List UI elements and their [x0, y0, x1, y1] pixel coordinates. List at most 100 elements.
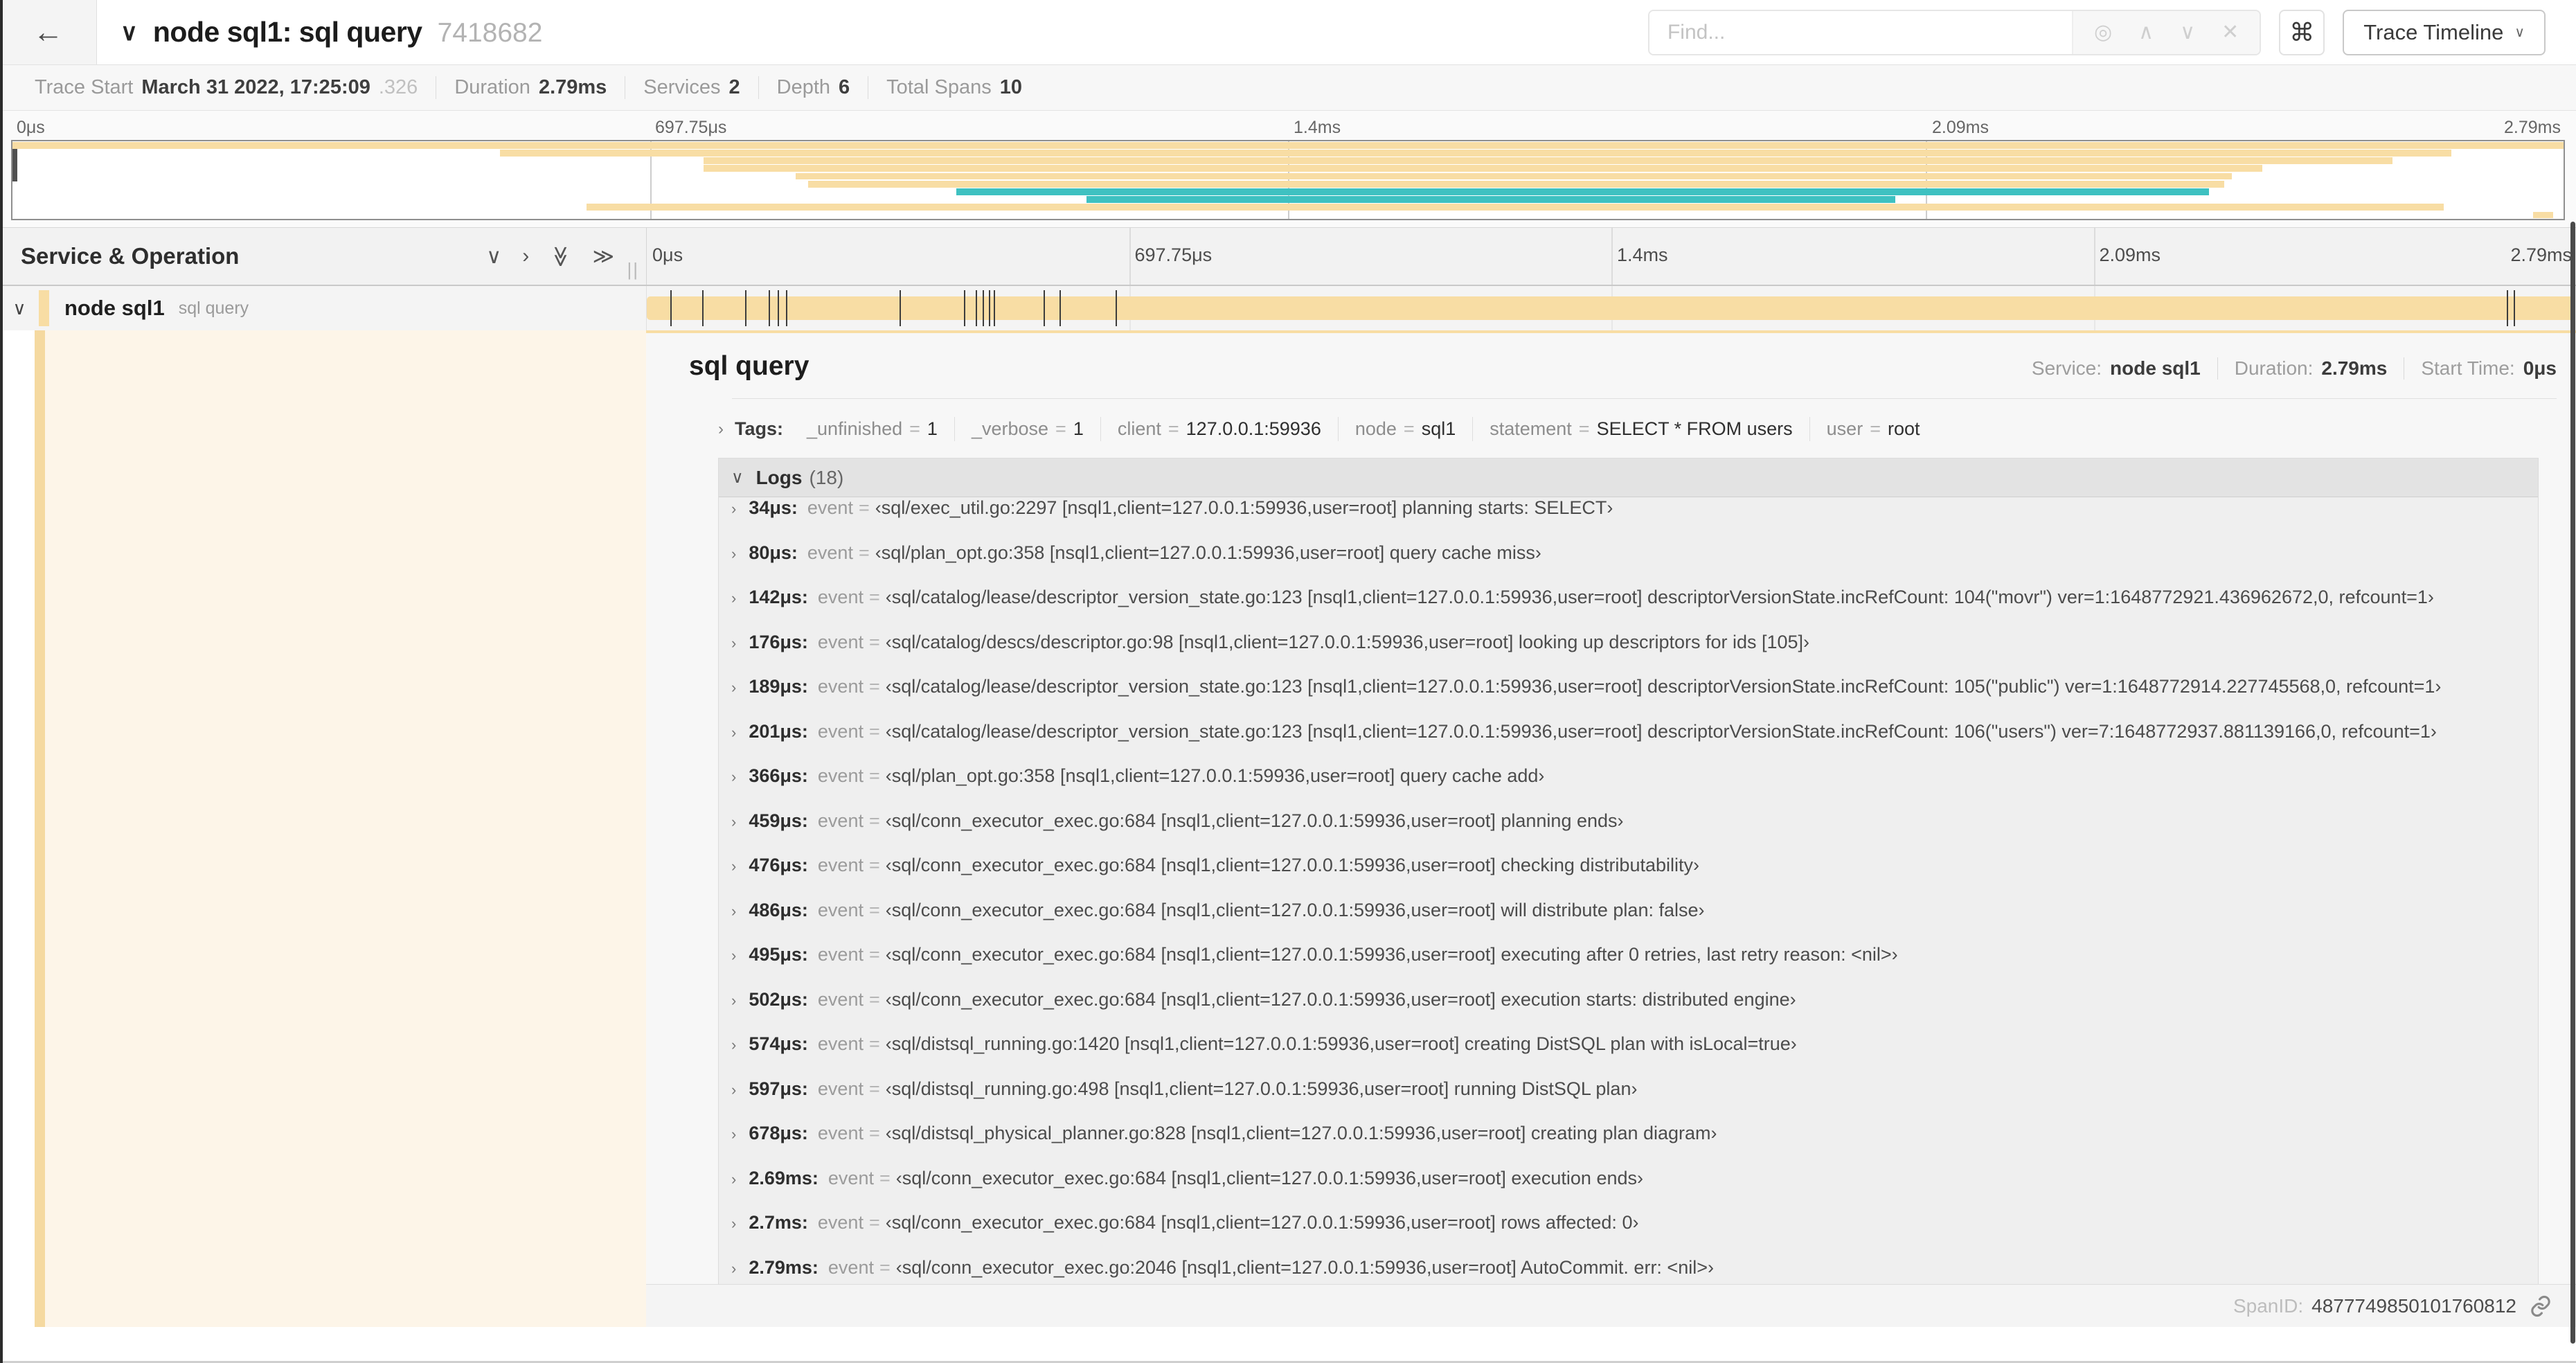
command-icon: ⌘	[2289, 17, 2315, 46]
tags-row[interactable]: › Tags: _unfinished = 1 _verbose = 1 client = 12…	[718, 417, 2557, 441]
chevron-right-icon: ›	[731, 1080, 737, 1098]
log-row[interactable]: › 2.7ms: event = ‹sql/conn_executor_exec.go:…	[719, 1212, 2538, 1257]
tag-key: _verbose	[971, 418, 1049, 439]
log-row[interactable]: › 495μs: event = ‹sql/conn_executor_exec.go:…	[719, 944, 2538, 989]
log-event-tick	[900, 290, 902, 326]
chevron-right-icon: ›	[731, 857, 737, 875]
span-detail-region: sql query Service: node sql1 Duration: 2.79…	[0, 330, 2576, 1327]
log-field-value: ‹sql/conn_executor_exec.go:684 [nsql1,cl…	[885, 988, 1796, 1010]
log-row[interactable]: › 366μs: event = ‹sql/plan_opt.go:358 [nsql1…	[719, 765, 2538, 810]
log-timestamp: 2.69ms:	[749, 1167, 819, 1188]
ruler-label: 0μs	[652, 244, 683, 265]
log-timestamp: 597μs:	[749, 1078, 808, 1099]
overview-value: node sql1	[2110, 357, 2201, 379]
ruler-label: 697.75μs	[655, 118, 727, 137]
span-operation-name: sql query	[178, 298, 249, 318]
chevron-right-icon: ›	[731, 544, 737, 562]
tag-equals: =	[1403, 418, 1415, 439]
chevron-down-icon[interactable]: ∨	[2180, 20, 2195, 44]
log-field-value: ‹sql/distsql_running.go:1420 [nsql1,clie…	[885, 1033, 1797, 1054]
overview-value: 2.79ms	[2321, 357, 2388, 379]
log-event-tick	[1116, 290, 1118, 326]
minimap-span-bar	[704, 157, 2393, 164]
log-field-value: ‹sql/conn_executor_exec.go:684 [nsql1,cl…	[895, 1167, 1643, 1188]
log-row[interactable]: › 176μs: event = ‹sql/catalog/descs/descript…	[719, 632, 2538, 677]
log-equals: =	[868, 631, 880, 652]
locate-icon[interactable]: ◎	[2094, 20, 2112, 44]
log-field-key: event	[817, 944, 864, 965]
log-field-key: event	[817, 855, 864, 875]
chevron-right-icon: ›	[731, 991, 737, 1009]
log-field-key: event	[817, 899, 864, 920]
log-event-tick	[983, 290, 985, 326]
log-timestamp: 189μs:	[749, 676, 808, 697]
copy-link-icon[interactable]	[2529, 1294, 2552, 1318]
log-row[interactable]: › 2.69ms: event = ‹sql/conn_executor_exec.go…	[719, 1168, 2538, 1213]
collapse-one-icon[interactable]: ∨	[486, 244, 501, 269]
tag-item: statement = SELECT * FROM users	[1473, 417, 1810, 441]
keyboard-shortcuts-button[interactable]: ⌘	[2279, 9, 2325, 55]
divider	[732, 398, 2557, 399]
chevron-up-icon[interactable]: ∧	[2138, 20, 2154, 44]
log-row[interactable]: › 459μs: event = ‹sql/conn_executor_exec.go:…	[719, 810, 2538, 855]
window-left-edge	[0, 0, 3, 1363]
tag-equals: =	[1578, 418, 1590, 439]
log-equals: =	[858, 542, 870, 563]
tag-key: _unfinished	[807, 418, 903, 439]
detail-left-gutter	[0, 330, 646, 1327]
log-field-value: ‹sql/conn_executor_exec.go:684 [nsql1,cl…	[885, 1212, 1639, 1233]
back-arrow-icon: ←	[33, 15, 64, 49]
ruler-label: 2.09ms	[1932, 118, 1989, 137]
chevron-right-icon: ›	[731, 812, 737, 830]
logs-header[interactable]: ∨ Logs (18)	[719, 458, 2538, 497]
collapse-all-chevron-icon[interactable]: ∨	[120, 19, 138, 46]
log-field-value: ‹sql/conn_executor_exec.go:684 [nsql1,cl…	[885, 899, 1705, 920]
log-event-tick	[2507, 290, 2509, 326]
span-color-accent	[39, 290, 49, 326]
minimap-span-bar	[1086, 196, 1895, 203]
log-row[interactable]: › 597μs: event = ‹sql/distsql_running.go:498…	[719, 1078, 2538, 1123]
log-row[interactable]: › 34μs: event = ‹sql/exec_util.go:2297 [nsql…	[719, 497, 2538, 542]
log-row[interactable]: › 189μs: event = ‹sql/catalog/lease/descript…	[719, 676, 2538, 721]
log-field-key: event	[817, 587, 864, 607]
overview-value: 0μs	[2523, 357, 2557, 379]
expand-one-icon[interactable]: ›	[522, 244, 529, 269]
span-duration-bar[interactable]	[647, 296, 2575, 320]
log-field-key: event	[817, 1078, 864, 1099]
tag-key: user	[1826, 418, 1863, 439]
log-timestamp: 2.79ms:	[749, 1256, 819, 1278]
expand-all-icon[interactable]: ≫	[593, 244, 614, 269]
collapse-all-icon[interactable]: ≫	[548, 245, 573, 267]
column-resizer-handle[interactable]: ||	[627, 259, 639, 280]
vertical-scrollbar[interactable]	[2570, 222, 2575, 1344]
log-event-tick	[670, 290, 672, 326]
minimap-span-bar	[808, 180, 2225, 188]
log-row[interactable]: › 201μs: event = ‹sql/catalog/lease/descript…	[719, 721, 2538, 766]
back-button[interactable]: ←	[0, 0, 97, 64]
timeline-minimap[interactable]	[11, 140, 2565, 220]
span-duration-track[interactable]	[646, 286, 2576, 330]
log-equals: =	[868, 587, 880, 607]
log-event-tick	[976, 290, 978, 326]
span-row-name-cell[interactable]: ∨ node sql1 sql query	[0, 286, 646, 330]
minimap-ruler: 0μs 697.75μs 1.4ms 2.09ms 2.79ms	[11, 116, 2565, 140]
minimap-scrubber-handle[interactable]	[12, 147, 17, 182]
span-row: ∨ node sql1 sql query	[0, 286, 2576, 330]
span-collapse-chevron-icon[interactable]: ∨	[0, 298, 39, 319]
ruler-label: 2.09ms	[2099, 244, 2161, 265]
summary-item: Services 2	[625, 76, 759, 99]
log-row[interactable]: › 476μs: event = ‹sql/conn_executor_exec.go:…	[719, 855, 2538, 900]
log-event-tick	[2514, 290, 2516, 326]
log-row[interactable]: › 80μs: event = ‹sql/plan_opt.go:358 [nsql1,…	[719, 542, 2538, 587]
clear-icon[interactable]: ✕	[2221, 20, 2239, 44]
log-row[interactable]: › 142μs: event = ‹sql/catalog/lease/descript…	[719, 587, 2538, 632]
log-row[interactable]: › 486μs: event = ‹sql/conn_executor_exec.go:…	[719, 900, 2538, 945]
log-row[interactable]: › 574μs: event = ‹sql/distsql_running.go:142…	[719, 1033, 2538, 1078]
log-row[interactable]: › 678μs: event = ‹sql/distsql_physical_plann…	[719, 1123, 2538, 1168]
find-input[interactable]	[1649, 10, 2072, 54]
log-row[interactable]: › 502μs: event = ‹sql/conn_executor_exec.go:…	[719, 989, 2538, 1034]
view-selector-button[interactable]: Trace Timeline ∨	[2343, 9, 2546, 55]
summary-muted: .326	[378, 76, 418, 98]
log-timestamp: 80μs:	[749, 542, 798, 563]
log-field-value: ‹sql/distsql_physical_planner.go:828 [ns…	[885, 1123, 1717, 1143]
